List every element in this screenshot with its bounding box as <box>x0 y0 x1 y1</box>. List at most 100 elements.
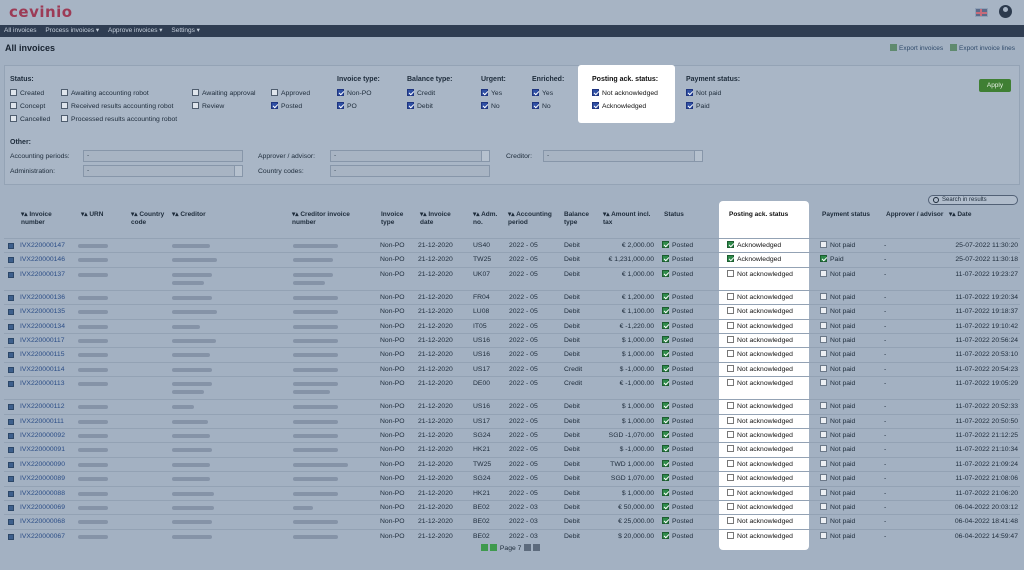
col-creditor-invoice-number[interactable]: ▾▴ Creditor invoice number <box>292 211 367 227</box>
invoice-number-link[interactable]: IVX220000068 <box>20 517 65 527</box>
paid-unchecked-icon[interactable] <box>820 503 827 510</box>
posting-ack-cell[interactable]: Not acknowledged <box>727 531 793 542</box>
posting-ack-cell[interactable]: Not acknowledged <box>727 402 793 412</box>
payment-status-cell[interactable]: Not paid <box>820 531 855 542</box>
paid-unchecked-icon[interactable] <box>820 416 827 424</box>
posting-ack-cell[interactable]: Not acknowledged <box>727 488 793 499</box>
table-row[interactable]: IVX220000067 Non-PO 21-12-2020 BE02 2022 - 0… <box>4 528 1020 543</box>
payment-status-cell[interactable]: Not paid <box>820 292 855 303</box>
invoice-doc-icon[interactable] <box>8 352 14 359</box>
table-row[interactable]: IVX220000115 Non-PO 21-12-2020 US16 2022 - 0… <box>4 347 1020 361</box>
ack-checked-icon[interactable] <box>727 255 734 263</box>
payment-status-cell[interactable]: Not paid <box>820 269 855 280</box>
col-urn[interactable]: ▾▴ URN <box>81 211 103 219</box>
table-row[interactable]: IVX220000117 Non-PO 21-12-2020 US16 2022 - 0… <box>4 333 1020 347</box>
col-payment-status[interactable]: Payment status <box>822 211 870 219</box>
ack-unchecked-icon[interactable] <box>727 503 734 510</box>
invoice-number-link[interactable]: IVX220000147 <box>20 241 65 251</box>
posting-ack-acknowledged-checkbox[interactable]: Acknowledged <box>592 102 646 111</box>
enriched-no-checkbox[interactable]: No <box>532 102 551 111</box>
posting-ack-cell[interactable]: Not acknowledged <box>727 431 793 441</box>
paid-unchecked-icon[interactable] <box>820 336 827 343</box>
invoice-number-link[interactable]: IVX220000136 <box>20 293 65 303</box>
payment-status-cell[interactable]: Not paid <box>820 503 855 513</box>
ack-unchecked-icon[interactable] <box>727 517 734 525</box>
posting-ack-cell[interactable]: Acknowledged <box>727 241 781 251</box>
payment-status-cell[interactable]: Not paid <box>820 307 855 317</box>
status-concept-checkbox[interactable]: Concept <box>10 102 45 111</box>
administration-select[interactable]: - <box>83 165 243 177</box>
paid-unchecked-icon[interactable] <box>820 241 827 248</box>
invoice-number-link[interactable]: IVX220000112 <box>20 402 64 412</box>
paid-unchecked-icon[interactable] <box>820 517 827 525</box>
invoice-doc-icon[interactable] <box>8 294 14 301</box>
ack-unchecked-icon[interactable] <box>727 336 734 343</box>
invoice-type-po-checkbox[interactable]: PO <box>337 102 357 111</box>
paid-unchecked-icon[interactable] <box>820 459 827 467</box>
invoice-number-link[interactable]: IVX220000092 <box>20 431 65 441</box>
payment-status-cell[interactable]: Not paid <box>820 350 855 360</box>
posting-ack-cell[interactable]: Not acknowledged <box>727 350 793 360</box>
table-row[interactable]: IVX220000134 Non-PO 21-12-2020 IT05 2022 - 0… <box>4 318 1020 333</box>
nav-settings[interactable]: Settings ▾ <box>171 25 200 37</box>
invoice-number-link[interactable]: IVX220000113 <box>20 379 64 389</box>
ack-unchecked-icon[interactable] <box>727 459 734 467</box>
apply-button[interactable]: Apply <box>979 79 1011 92</box>
nav-approve-invoices[interactable]: Approve invoices ▾ <box>108 25 163 37</box>
invoice-doc-icon[interactable] <box>8 271 14 278</box>
invoice-number-link[interactable]: IVX220000134 <box>20 322 65 332</box>
paid-unchecked-icon[interactable] <box>820 350 827 358</box>
paid-unchecked-icon[interactable] <box>820 431 827 438</box>
previous-page-icon[interactable] <box>490 544 497 551</box>
invoice-number-link[interactable]: IVX220000069 <box>20 503 65 513</box>
ack-unchecked-icon[interactable] <box>727 416 734 424</box>
col-approver-advisor[interactable]: Approver / advisor <box>886 211 943 219</box>
paid-unchecked-icon[interactable] <box>820 307 827 315</box>
invoice-number-link[interactable]: IVX220000137 <box>20 270 65 280</box>
posting-ack-cell[interactable]: Not acknowledged <box>727 321 793 332</box>
invoice-number-link[interactable]: IVX220000067 <box>20 532 65 542</box>
table-row[interactable]: IVX220000092 Non-PO 21-12-2020 SG24 2022 - 0… <box>4 428 1020 442</box>
invoice-number-link[interactable]: IVX220000089 <box>20 474 65 484</box>
table-row[interactable]: IVX220000113 Non-PO 21-12-2020 DE00 2022 - 0… <box>4 376 1020 398</box>
status-processed-robot-checkbox[interactable]: Processed results accounting robot <box>61 115 177 124</box>
table-row[interactable]: IVX220000090 Non-PO 21-12-2020 TW25 2022 - 0… <box>4 456 1020 471</box>
payment-status-cell[interactable]: Not paid <box>820 474 855 484</box>
urgent-yes-checkbox[interactable]: Yes <box>481 89 502 98</box>
invoice-doc-icon[interactable] <box>8 366 14 373</box>
status-cancelled-checkbox[interactable]: Cancelled <box>10 115 50 124</box>
ack-unchecked-icon[interactable] <box>727 350 734 358</box>
ack-unchecked-icon[interactable] <box>727 379 734 387</box>
col-amount[interactable]: ▾▴ Amount incl. tax <box>603 211 651 227</box>
payment-not-paid-checkbox[interactable]: Not paid <box>686 89 721 98</box>
paid-unchecked-icon[interactable] <box>820 488 827 496</box>
invoice-doc-icon[interactable] <box>8 447 14 454</box>
payment-status-cell[interactable]: Not paid <box>820 517 855 527</box>
invoice-doc-icon[interactable] <box>8 476 14 483</box>
invoice-number-link[interactable]: IVX220000111 <box>20 417 64 427</box>
paid-unchecked-icon[interactable] <box>820 445 827 453</box>
posting-ack-cell[interactable]: Not acknowledged <box>727 445 793 455</box>
search-results-input[interactable]: Search in results <box>928 195 1018 205</box>
ack-unchecked-icon[interactable] <box>727 269 734 277</box>
approver-advisor-select[interactable]: - <box>330 150 490 162</box>
ack-unchecked-icon[interactable] <box>727 431 734 438</box>
col-adm-no[interactable]: ▾▴ Adm. no. <box>473 211 505 227</box>
payment-status-cell[interactable]: Not paid <box>820 431 855 441</box>
posting-ack-cell[interactable]: Not acknowledged <box>727 379 793 389</box>
invoice-doc-icon[interactable] <box>8 433 14 439</box>
payment-status-cell[interactable]: Paid <box>820 255 844 265</box>
table-row[interactable]: IVX220000114 Non-PO 21-12-2020 US17 2022 - 0… <box>4 361 1020 376</box>
ack-unchecked-icon[interactable] <box>727 474 734 482</box>
payment-status-cell[interactable]: Not paid <box>820 379 855 389</box>
table-row[interactable]: IVX220000137 Non-PO 21-12-2020 UK07 2022 - 0… <box>4 266 1020 289</box>
status-review-checkbox[interactable]: Review <box>192 102 224 111</box>
table-row[interactable]: IVX220000091 Non-PO 21-12-2020 HK21 2022 - 0… <box>4 442 1020 456</box>
status-awaiting-robot-checkbox[interactable]: Awaiting accounting robot <box>61 89 149 98</box>
invoice-doc-icon[interactable] <box>8 381 14 388</box>
posting-ack-cell[interactable]: Not acknowledged <box>727 474 793 484</box>
posting-ack-cell[interactable]: Not acknowledged <box>727 503 793 513</box>
posting-ack-cell[interactable]: Acknowledged <box>727 255 781 265</box>
posting-ack-cell[interactable]: Not acknowledged <box>727 517 793 527</box>
invoice-doc-icon[interactable] <box>8 309 14 316</box>
